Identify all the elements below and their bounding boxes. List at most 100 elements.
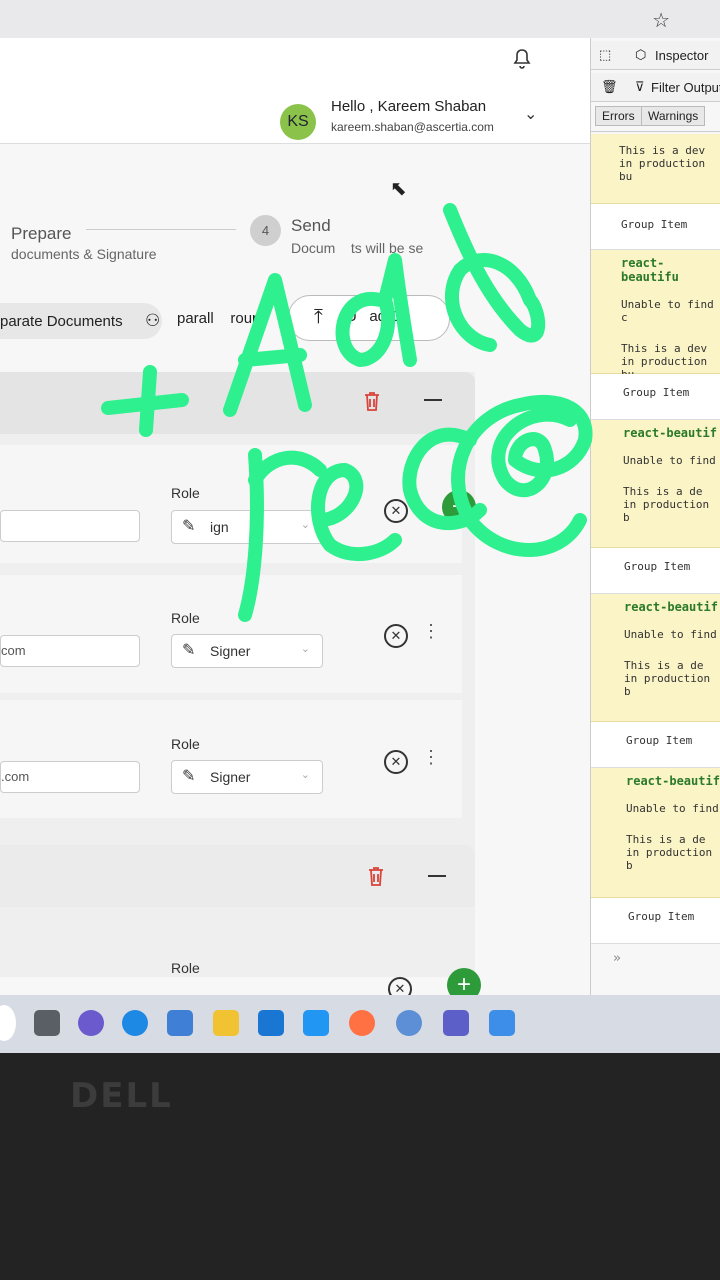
filter-warnings-button[interactable]: Warnings	[641, 106, 706, 126]
user-email: kareem.shaban@ascertia.com	[331, 120, 494, 134]
bookmark-star-icon[interactable]: ☆	[652, 8, 670, 33]
remove-recipient-icon[interactable]: ✕	[384, 750, 408, 774]
notification-bell-icon[interactable]	[512, 48, 532, 70]
more-options-icon[interactable]: ⋮	[422, 622, 440, 640]
log-line: Unable to find	[626, 802, 719, 815]
inspector-tab-icon: ⬡	[635, 47, 647, 62]
role-label: Role	[171, 485, 200, 501]
mouse-cursor-icon: ⬉	[390, 178, 407, 200]
filter-errors-button[interactable]: Errors	[595, 106, 642, 126]
console-warning: This is a dev in production bu	[591, 134, 720, 204]
upload-button-label: U ad C	[346, 308, 402, 325]
step-send-number: 4	[250, 215, 281, 246]
step-prepare-title: Prepare	[11, 224, 72, 243]
group-users-icon: ⚇	[145, 311, 161, 330]
group-header	[0, 845, 475, 907]
console-log: Group Item	[591, 374, 720, 420]
email-value: .com	[1, 769, 30, 784]
console-input-chevron-icon[interactable]: »	[613, 951, 621, 966]
role-select[interactable]: ✎ ign ⌄	[171, 510, 323, 544]
log-line: Unable to find	[624, 628, 717, 641]
devtools-tabbar: ⬚ ⬡ Inspector	[591, 41, 720, 70]
photos-icon[interactable]	[489, 1010, 515, 1036]
console-log: Group Item	[591, 548, 720, 594]
delete-group-trash-icon[interactable]	[362, 390, 382, 412]
log-line: This is a de	[624, 659, 704, 672]
tab-inspector[interactable]: Inspector	[655, 48, 708, 63]
clear-console-trash-icon[interactable]: 🗑	[601, 79, 618, 95]
role-select[interactable]: ✎ Signer ⌄	[171, 634, 323, 668]
console-toolbar: 🗑 ⊽ Filter Output	[591, 73, 720, 102]
devtools-panel: ⬚ ⬡ Inspector 🗑 ⊽ Filter Output Errors W…	[590, 38, 720, 995]
teams-icon[interactable]	[443, 1010, 469, 1036]
a-app-icon[interactable]	[396, 1010, 422, 1036]
log-line: in production b	[623, 498, 710, 524]
console-warning: react-beautifu Unable to find c This is …	[591, 250, 720, 381]
store-icon[interactable]	[167, 1010, 193, 1036]
browser-toolbar: ☆	[0, 0, 720, 38]
screen: ☆ KS Hello , Kareem Shaban kareem.shaban…	[0, 0, 720, 995]
log-line: in production bu	[619, 157, 706, 183]
collapse-group-minus-icon[interactable]	[424, 399, 442, 401]
signer-pen-icon: ✎	[182, 518, 196, 535]
email-field[interactable]: .com	[0, 761, 140, 793]
console-warning: react-beautif Unable to find This is a d…	[591, 420, 720, 548]
warning-title: react-beautif	[624, 600, 718, 614]
role-label: Role	[171, 736, 200, 752]
group-header	[0, 372, 475, 434]
step-prepare-subtitle: documents & Signature	[11, 246, 157, 262]
warning-title: react-beautif	[626, 774, 720, 788]
log-line: Unable to find c	[621, 298, 714, 324]
role-value: Signer	[210, 643, 251, 659]
console-warning: react-beautif Unable to find This is a d…	[591, 768, 720, 898]
dropdown-chevron-icon: ⌄	[300, 643, 310, 655]
log-line: Unable to find	[623, 454, 716, 467]
signer-pen-icon: ✎	[182, 642, 196, 659]
step-connector	[86, 229, 236, 230]
console-log: Group Item	[591, 898, 720, 944]
filter-icon: ⊽	[635, 79, 645, 94]
console-filters: Errors Warnings	[591, 103, 720, 132]
add-recipient-plus-icon[interactable]: +	[447, 968, 481, 995]
console-log: Group Item	[591, 204, 720, 250]
warning-title: react-beautif	[623, 426, 717, 440]
user-greeting: Hello , Kareem Shaban	[331, 98, 487, 115]
log-line: This is a dev	[621, 342, 708, 355]
delete-group-trash-icon[interactable]	[366, 865, 386, 887]
role-value: ign	[210, 519, 229, 535]
upload-icon: ⤒	[314, 306, 323, 328]
tab-parallel-group[interactable]: parall roup	[177, 310, 260, 327]
firefox-icon[interactable]	[349, 1010, 375, 1036]
role-select[interactable]: ✎ Signer ⌄	[171, 760, 323, 794]
mail-icon[interactable]	[258, 1010, 284, 1036]
log-line: This is a de	[623, 485, 703, 498]
role-value: Signer	[210, 769, 251, 785]
collapse-group-minus-icon[interactable]	[428, 875, 446, 877]
file-explorer-icon[interactable]	[213, 1010, 239, 1036]
tab-separate-label: parate Documents	[0, 313, 123, 330]
user-avatar[interactable]: KS	[280, 104, 316, 140]
dell-logo: DELL	[70, 1076, 173, 1116]
email-field[interactable]	[0, 510, 140, 542]
task-view-icon[interactable]	[34, 1010, 60, 1036]
email-field[interactable]: com	[0, 635, 140, 667]
step-send-subtitle: Docum ts will be se	[291, 240, 424, 256]
edge-browser-icon[interactable]	[122, 1010, 148, 1036]
pick-element-icon[interactable]: ⬚	[599, 47, 611, 63]
remove-recipient-icon[interactable]: ✕	[388, 977, 412, 995]
user-menu-chevron-icon[interactable]: ⌄	[524, 104, 537, 124]
console-warning: react-beautif Unable to find This is a d…	[591, 594, 720, 722]
filter-output-input[interactable]: Filter Output	[651, 80, 720, 95]
more-options-icon[interactable]: ⋮	[422, 748, 440, 766]
console-log: Group Item	[591, 722, 720, 768]
step-send-title: Send	[291, 216, 331, 235]
email-value: com	[1, 643, 26, 658]
teams-chat-icon[interactable]	[78, 1010, 104, 1036]
remove-recipient-icon[interactable]: ✕	[384, 499, 408, 523]
add-recipient-plus-icon[interactable]: +	[442, 490, 476, 524]
log-line: This is a dev	[619, 144, 706, 157]
log-line: This is a de	[626, 833, 706, 846]
search-pill[interactable]	[0, 1005, 16, 1041]
vscode-icon[interactable]	[303, 1010, 329, 1036]
remove-recipient-icon[interactable]: ✕	[384, 624, 408, 648]
